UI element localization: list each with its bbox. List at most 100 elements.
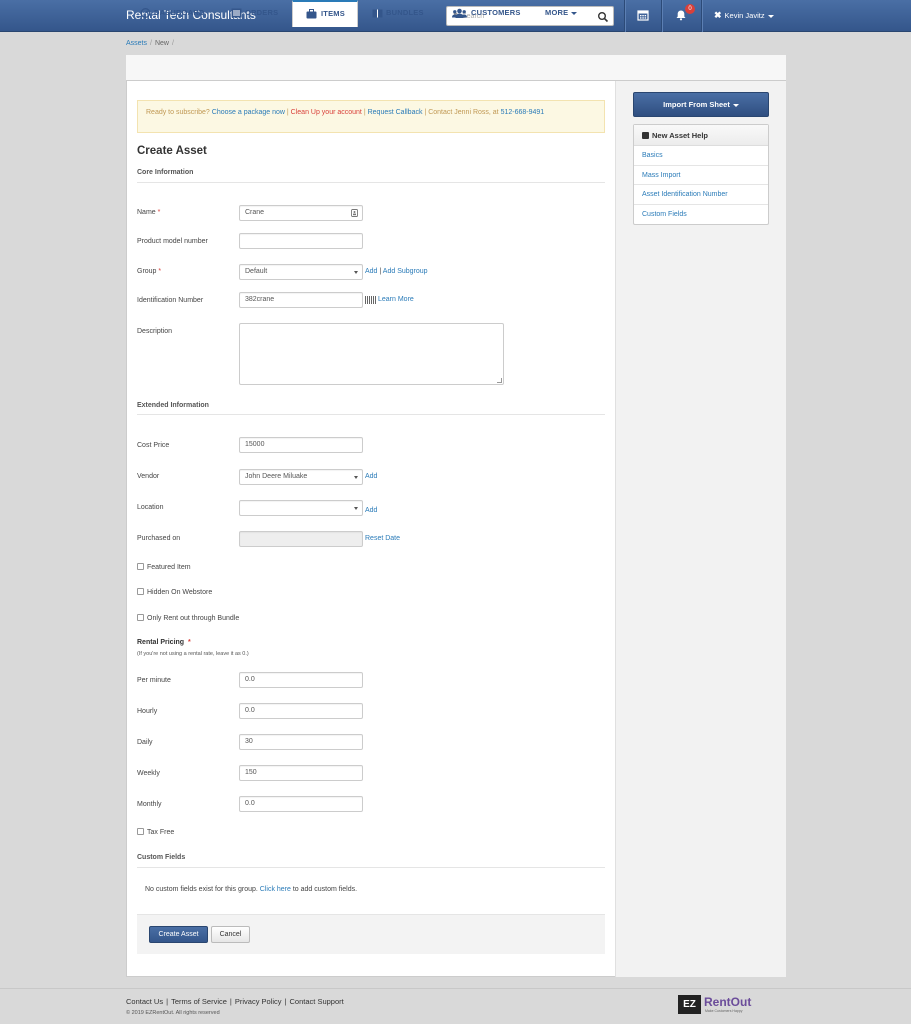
learn-more-link[interactable]: Learn More: [378, 296, 414, 303]
daily-input[interactable]: 30: [239, 734, 363, 750]
chevron-down-icon: [571, 11, 578, 15]
navbar-divider: [701, 0, 702, 32]
per-minute-label: Per minute: [137, 677, 171, 684]
import-from-sheet-button[interactable]: Import From Sheet: [633, 92, 769, 117]
ezrentout-logo: EZ RentOut Make Customers Happy: [678, 995, 751, 1014]
cancel-button[interactable]: Cancel: [211, 926, 250, 943]
bundle-only-checkbox[interactable]: Only Rent out through Bundle: [137, 614, 239, 622]
copyright: © 2019 EZRentOut. All rights reserved: [126, 1010, 220, 1016]
tax-free-checkbox[interactable]: Tax Free: [137, 828, 174, 836]
book-icon: [642, 131, 649, 139]
tab-orders[interactable]: ORDERS: [231, 0, 278, 26]
rental-pricing-heading: Rental Pricing *: [137, 639, 191, 646]
dashboard-icon: [140, 8, 151, 18]
tools-icon: ✖: [714, 10, 722, 20]
contact-support-link[interactable]: Contact Support: [290, 997, 344, 1006]
checkbox-icon[interactable]: [137, 588, 144, 595]
terms-link[interactable]: Terms of Service: [171, 997, 227, 1006]
request-callback-link[interactable]: Request Callback: [368, 109, 423, 116]
monthly-label: Monthly: [137, 801, 162, 808]
hourly-label: Hourly: [137, 708, 158, 715]
tab-dashboard[interactable]: DASHBOARD: [140, 0, 205, 26]
footer-links: Contact Us | Terms of Service | Privacy Poli…: [126, 997, 344, 1006]
cost-price-input[interactable]: 15000: [239, 437, 363, 453]
reset-date-link[interactable]: Reset Date: [365, 535, 400, 542]
contact-card-icon[interactable]: [351, 209, 358, 217]
model-number-label: Product model number: [137, 238, 208, 245]
phone-link[interactable]: 512-668-9491: [501, 109, 545, 116]
create-asset-button[interactable]: Create Asset: [149, 926, 208, 943]
group-label: Group *: [137, 268, 162, 275]
navbar-divider: [661, 0, 662, 32]
orders-icon: [231, 8, 242, 18]
help-item-asset-id-number[interactable]: Asset Identification Number: [634, 185, 768, 206]
divider: [137, 867, 605, 868]
briefcase-icon: [306, 9, 317, 19]
page-title: Create Asset: [137, 145, 207, 157]
breadcrumb-assets[interactable]: Assets: [126, 40, 147, 47]
tab-more[interactable]: MORE: [531, 0, 578, 26]
notification-badge: 0: [685, 4, 695, 14]
description-textarea[interactable]: [239, 323, 504, 385]
breadcrumb-current: New: [154, 40, 169, 47]
caret-down-icon: [732, 103, 739, 107]
breadcrumb: Assets / New /: [126, 40, 174, 47]
featured-item-checkbox[interactable]: Featured Item: [137, 563, 191, 571]
add-location-link[interactable]: Add: [365, 507, 377, 514]
search-icon[interactable]: [597, 11, 609, 23]
identification-number-label: Identification Number: [137, 297, 204, 304]
hourly-input[interactable]: 0.0: [239, 703, 363, 719]
location-select[interactable]: [239, 500, 363, 516]
model-number-input[interactable]: [239, 233, 363, 249]
cost-price-label: Cost Price: [137, 442, 170, 449]
add-group-link[interactable]: Add: [365, 268, 377, 275]
group-select[interactable]: Default: [239, 264, 363, 280]
location-label: Location: [137, 504, 164, 511]
weekly-label: Weekly: [137, 770, 160, 777]
clean-up-link[interactable]: Clean Up your account: [291, 109, 362, 116]
name-label: Name *: [137, 209, 161, 216]
navbar-divider: [624, 0, 625, 32]
user-name: Kevin Javitz: [724, 11, 765, 20]
contact-us-link[interactable]: Contact Us: [126, 997, 163, 1006]
calendar-icon[interactable]: [637, 9, 649, 21]
tab-customers[interactable]: CUSTOMERS: [452, 0, 521, 26]
rental-pricing-note: (If you're not using a rental rate, leav…: [137, 651, 249, 657]
daily-label: Daily: [137, 739, 153, 746]
monthly-input[interactable]: 0.0: [239, 796, 363, 812]
identification-number-input[interactable]: 382crane: [239, 292, 363, 308]
main-tabs: [126, 55, 786, 81]
help-panel-header: New Asset Help: [634, 125, 768, 146]
group-links: Add | Add Subgroup: [365, 268, 428, 275]
hidden-on-webstore-checkbox[interactable]: Hidden On Webstore: [137, 588, 212, 596]
choose-package-link[interactable]: Choose a package now: [212, 109, 285, 116]
core-info-heading: Core Information: [137, 169, 194, 176]
bundles-icon: [372, 9, 383, 18]
footer: [0, 988, 911, 1024]
purchased-on-input[interactable]: [239, 531, 363, 547]
users-icon: [452, 8, 467, 18]
help-item-basics[interactable]: Basics: [634, 146, 768, 166]
tab-bundles[interactable]: BUNDLES: [372, 0, 424, 26]
resize-handle-icon[interactable]: [497, 378, 502, 383]
click-here-link[interactable]: Click here: [260, 886, 291, 893]
purchased-on-label: Purchased on: [137, 535, 181, 542]
vendor-select[interactable]: John Deere Miluake: [239, 469, 363, 485]
privacy-link[interactable]: Privacy Policy: [235, 997, 282, 1006]
per-minute-input[interactable]: 0.0: [239, 672, 363, 688]
extended-info-heading: Extended Information: [137, 402, 209, 409]
help-item-custom-fields[interactable]: Custom Fields: [634, 205, 768, 225]
caret-down-icon: [767, 14, 774, 18]
subscribe-alert: Ready to subscribe? Choose a package now…: [137, 100, 605, 133]
add-subgroup-link[interactable]: Add Subgroup: [383, 268, 428, 275]
add-vendor-link[interactable]: Add: [365, 473, 377, 480]
checkbox-icon[interactable]: [137, 828, 144, 835]
tab-items[interactable]: ITEMS: [292, 0, 358, 27]
weekly-input[interactable]: 150: [239, 765, 363, 781]
user-menu[interactable]: ✖ Kevin Javitz: [714, 10, 774, 21]
checkbox-icon[interactable]: [137, 563, 144, 570]
divider: [137, 182, 605, 183]
help-item-mass-import[interactable]: Mass Import: [634, 166, 768, 186]
name-input[interactable]: Crane: [239, 205, 363, 221]
checkbox-icon[interactable]: [137, 614, 144, 621]
